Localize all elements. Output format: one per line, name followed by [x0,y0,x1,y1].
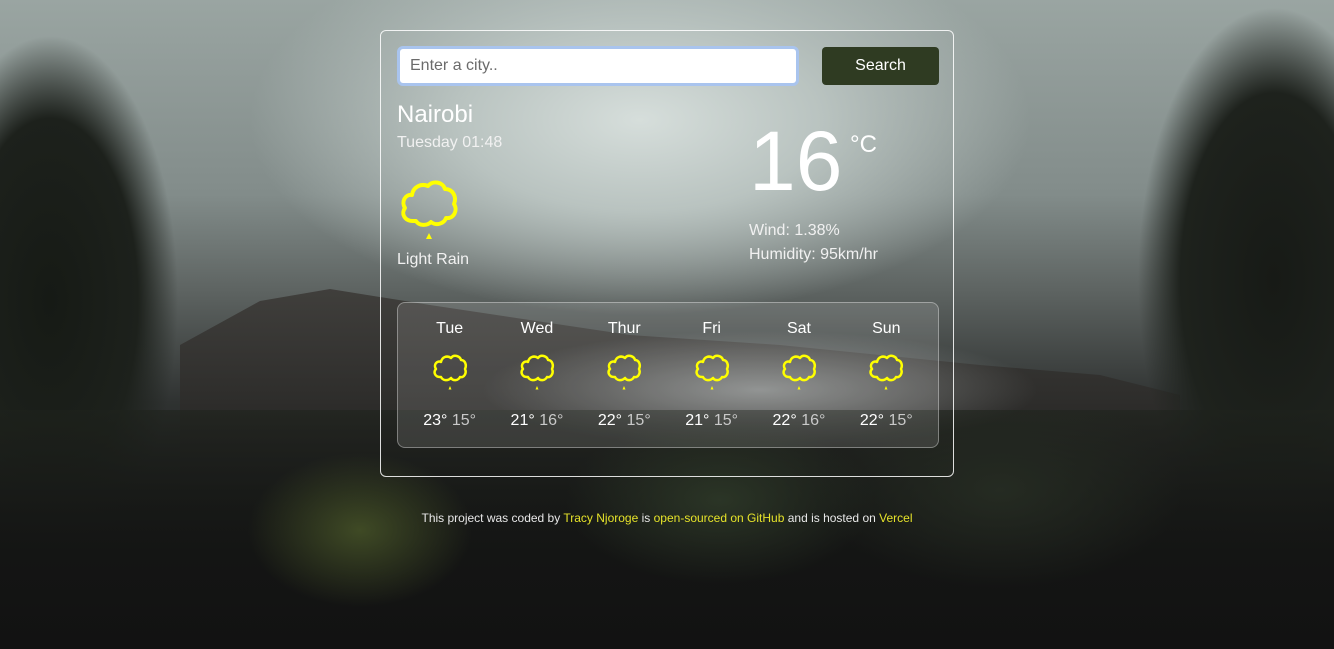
forecast-min-temp: 16° [539,412,564,429]
rain-cloud-icon [433,354,467,390]
forecast-max-temp: 21° [685,412,710,429]
rain-cloud-icon [607,354,642,390]
forecast-temps: 21° 15° [672,412,752,430]
forecast-panel: Tue 23° 15° Wed 21° 16° Thur 22° 15° Fri… [397,302,939,448]
wind-value: Wind: 1.38% [749,222,840,239]
forecast-temps: 22° 16° [759,412,839,430]
weather-description: Light Rain [397,251,470,268]
forecast-temps: 22° 15° [584,412,664,430]
forecast-day: Fri 21° 15° [672,303,752,447]
forecast-day-name: Sat [786,320,811,337]
current-temperature: 16 [749,114,843,208]
rain-cloud-icon [520,354,555,390]
forecast-day-name: Thur [607,320,641,337]
author-link[interactable]: Tracy Njoroge [563,511,638,525]
forecast-min-temp: 15° [626,412,651,429]
forecast-day-name: Fri [702,320,721,337]
forecast-day-name: Sun [872,320,901,337]
search-button[interactable]: Search [822,47,939,85]
forecast-max-temp: 23° [423,412,448,429]
vercel-link[interactable]: Vercel [879,511,912,525]
forecast-max-temp: 21° [510,412,535,429]
rain-cloud-icon [401,180,458,239]
city-name: Nairobi [397,101,474,128]
forecast-temps: 21° 16° [497,412,577,430]
forecast-temps: 22° 15° [846,412,926,430]
footer: This project was coded by Tracy Njoroge … [0,511,1334,525]
github-link[interactable]: open-sourced on GitHub [654,511,785,525]
forecast-day-name: Wed [520,320,554,337]
forecast-min-temp: 15° [713,412,739,429]
rain-cloud-icon [782,354,816,390]
forecast-max-temp: 22° [597,412,623,429]
forecast-day: Tue 23° 15° [410,303,490,447]
forecast-max-temp: 22° [772,412,797,429]
humidity-value: Humidity: 95km/hr [749,246,878,263]
weather-card: Search Nairobi Tuesday 01:48 Light Rain … [380,30,954,477]
forecast-min-temp: 16° [801,412,826,429]
forecast-day: Sun 22° 15° [846,303,926,447]
rain-cloud-icon [695,354,729,390]
temperature-unit-toggle[interactable]: °C [850,131,877,159]
forecast-min-temp: 15° [888,412,913,429]
current-datetime: Tuesday 01:48 [397,134,503,151]
footer-suffix: and is hosted on [787,511,876,525]
city-search-input[interactable] [397,46,799,86]
footer-prefix: This project was coded by [421,511,561,525]
forecast-day: Wed 21° 16° [497,303,577,447]
forecast-min-temp: 15° [451,412,477,429]
forecast-day-name: Tue [436,320,464,337]
forecast-temps: 23° 15° [410,412,490,430]
footer-middle: is [641,511,651,525]
rain-cloud-icon [869,354,904,390]
forecast-day: Sat 22° 16° [759,303,839,447]
forecast-max-temp: 22° [859,412,885,429]
forecast-day: Thur 22° 15° [584,303,664,447]
